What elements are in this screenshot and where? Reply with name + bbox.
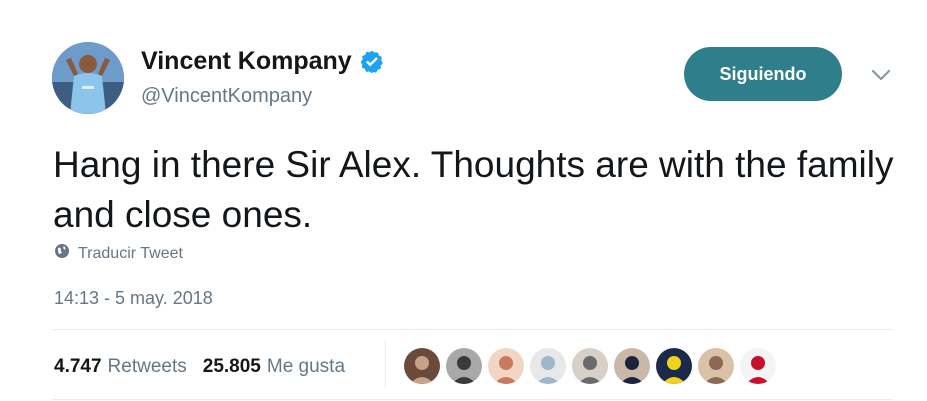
retweets-count: 4.747 <box>54 356 102 377</box>
verified-badge-icon <box>359 49 385 75</box>
tweet-text: Hang in there Sir Alex. Thoughts are wit… <box>53 144 894 235</box>
translate-label: Traducir Tweet <box>78 244 183 262</box>
author-handle[interactable]: @VincentKompany <box>141 85 312 108</box>
liker-avatar[interactable] <box>404 348 440 384</box>
likes-count: 25.805 <box>202 356 261 377</box>
author-display-name[interactable]: Vincent Kompany <box>141 47 352 76</box>
author-name-row[interactable]: Vincent Kompany <box>141 47 385 76</box>
translate-tweet-link[interactable]: Traducir Tweet <box>54 243 183 264</box>
divider-top <box>52 329 893 330</box>
tweet-stats: 4.747 Retweets 25.805 Me gusta <box>54 356 345 378</box>
tweet-timestamp[interactable]: 14:13 - 5 may. 2018 <box>54 288 213 309</box>
liker-avatar[interactable] <box>572 348 608 384</box>
liker-avatar[interactable] <box>698 348 734 384</box>
liker-avatar[interactable] <box>530 348 566 384</box>
divider-bottom <box>52 399 893 400</box>
likes-label: Me gusta <box>266 356 346 377</box>
retweets-label: Retweets <box>107 356 187 377</box>
profile-avatar[interactable] <box>52 42 124 114</box>
retweets-stat[interactable]: 4.747 Retweets <box>54 356 187 378</box>
liker-avatar[interactable] <box>446 348 482 384</box>
following-button[interactable]: Siguiendo <box>684 47 842 101</box>
liker-avatar[interactable] <box>614 348 650 384</box>
likes-stat[interactable]: 25.805 Me gusta <box>203 356 345 378</box>
liker-avatar[interactable] <box>656 348 692 384</box>
liker-avatar[interactable] <box>740 348 776 384</box>
liker-avatars <box>404 348 776 384</box>
stats-separator <box>385 341 386 387</box>
avatar-photo <box>52 42 124 114</box>
liker-avatar[interactable] <box>488 348 524 384</box>
chevron-down-icon[interactable] <box>870 67 892 83</box>
globe-icon <box>54 243 70 264</box>
